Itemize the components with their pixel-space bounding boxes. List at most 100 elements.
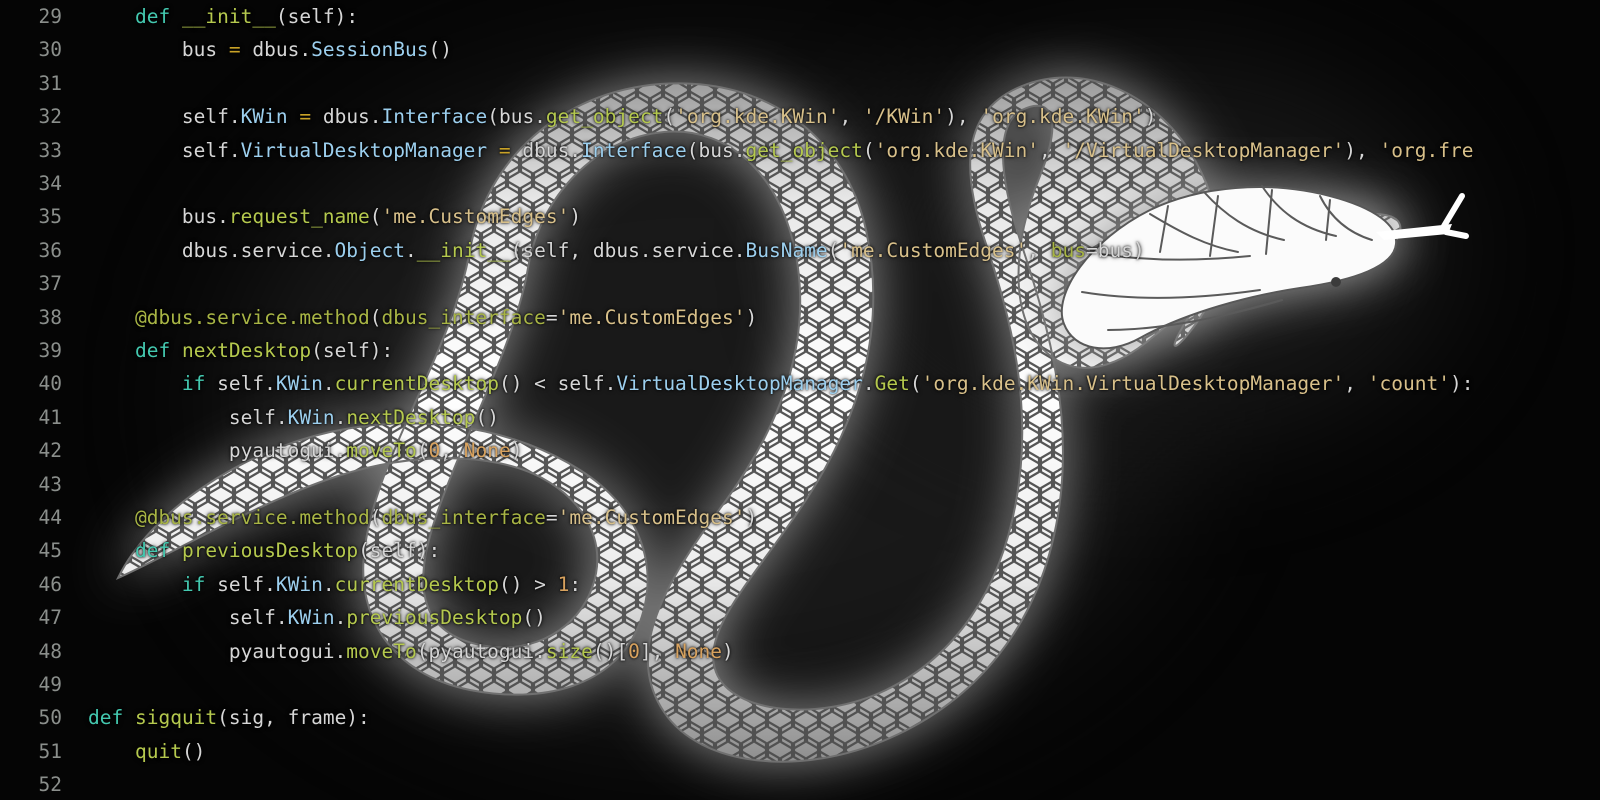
token-fn: size — [545, 639, 593, 663]
code-text: self.VirtualDesktopManager = dbus.Interf… — [88, 134, 1474, 167]
code-text: def nextDesktop(self): — [88, 334, 393, 367]
code-line[interactable]: 45 def previousDesktop(self): — [0, 534, 1600, 567]
line-number: 31 — [38, 71, 62, 95]
line-number: 35 — [38, 205, 62, 229]
token-str: 'org.kde.KWin' — [980, 105, 1145, 129]
token-plain: dbus.service. — [88, 238, 335, 262]
code-text: self.KWin.previousDesktop() — [88, 601, 546, 634]
token-plain: ) — [1144, 105, 1157, 129]
token-plain: () — [428, 38, 452, 62]
code-line[interactable]: 51 quit() — [0, 735, 1600, 768]
token-plain: () — [475, 405, 499, 429]
token-fn: request_name — [228, 205, 370, 229]
code-text: if self.KWin.currentDesktop() < self.Vir… — [88, 367, 1474, 400]
token-fn: moveTo — [346, 639, 417, 663]
code-text: self.KWin.nextDesktop() — [88, 401, 499, 434]
token-fn: quit — [134, 739, 182, 763]
code-line[interactable]: 34 — [0, 167, 1600, 200]
token-kw: def — [134, 339, 171, 362]
code-line[interactable]: 31 — [0, 67, 1600, 100]
code-line[interactable]: 42 pyautogui.moveTo(0, None) — [0, 434, 1600, 467]
token-plain: dbus. — [510, 138, 582, 162]
token-fn: currentDesktop — [334, 572, 499, 596]
line-number: 38 — [38, 305, 62, 329]
token-plain: = — [545, 506, 558, 529]
code-line[interactable]: 46 if self.KWin.currentDesktop() > 1: — [0, 568, 1600, 601]
code-line[interactable]: 33 self.VirtualDesktopManager = dbus.Int… — [0, 134, 1600, 167]
token-str: 'org.kde.KWin.VirtualDesktopManager' — [921, 372, 1345, 396]
token-plain: (self): — [358, 539, 441, 563]
code-line[interactable]: 32 self.KWin = dbus.Interface(bus.get_ob… — [0, 100, 1600, 133]
line-number: 40 — [38, 372, 62, 396]
token-kw: if — [181, 572, 206, 596]
code-line[interactable]: 43 — [0, 468, 1600, 501]
code-line[interactable]: 30 bus = dbus.SessionBus() — [0, 33, 1600, 66]
token-str: '/KWin' — [862, 105, 946, 129]
code-line[interactable]: 44 @dbus.service.method(dbus_interface='… — [0, 501, 1600, 534]
token-attr: VirtualDesktopManager — [616, 372, 863, 396]
token-plain: self. — [205, 372, 276, 396]
editor-window: 29 def __init__(self): 30 bus = dbus.Sess… — [0, 0, 1600, 800]
code-line[interactable]: 40 if self.KWin.currentDesktop() < self.… — [0, 367, 1600, 400]
token-plain: (self): — [311, 339, 394, 362]
token-plain: , — [1027, 238, 1051, 262]
code-line[interactable]: 49 — [0, 668, 1600, 701]
token-plain: , — [1344, 372, 1368, 396]
token-kw: def — [88, 706, 124, 730]
snake-glow — [230, 60, 1450, 730]
code-line[interactable]: 37 — [0, 267, 1600, 300]
token-op: = — [299, 105, 312, 129]
token-plain: , — [440, 439, 464, 463]
token-plain: . — [334, 606, 347, 630]
line-number: 36 — [38, 238, 62, 262]
token-plain: self. — [88, 405, 288, 429]
line-number: 34 — [38, 172, 62, 195]
token-attr: SessionBus — [311, 38, 429, 62]
token-plain: ), — [945, 105, 981, 129]
line-number: 32 — [38, 105, 62, 129]
token-str: 'me.CustomEdges' — [557, 305, 746, 329]
snake-head — [1060, 185, 1398, 350]
token-dec: @dbus.service.method — [88, 506, 370, 529]
code-line[interactable]: 29 def __init__(self): — [0, 0, 1600, 33]
code-line[interactable]: 52 — [0, 768, 1600, 800]
token-fn: sigquit — [134, 706, 218, 730]
token-plain: (self, dbus.service. — [510, 238, 746, 262]
token-op: = — [228, 38, 241, 62]
snake-wallpaper — [0, 0, 1600, 800]
token-attr: Interface — [581, 138, 687, 162]
code-line[interactable]: 35 bus.request_name('me.CustomEdges') — [0, 200, 1600, 233]
code-line[interactable]: 41 self.KWin.nextDesktop() — [0, 401, 1600, 434]
line-number: 42 — [38, 439, 62, 463]
code-line[interactable]: 48 pyautogui.moveTo(pyautogui.size()[0],… — [0, 635, 1600, 668]
token-plain: ) — [510, 439, 523, 463]
token-plain: =bus) — [1085, 238, 1145, 262]
token-plain: dbus. — [240, 38, 312, 62]
token-kw: def — [134, 5, 171, 28]
token-plain: (sig, frame): — [217, 706, 370, 730]
code-line[interactable]: 39 def nextDesktop(self): — [0, 334, 1600, 367]
snake-tongue — [1376, 193, 1469, 240]
token-attr: Object — [334, 238, 405, 262]
code-line[interactable]: 38 @dbus.service.method(dbus_interface='… — [0, 301, 1600, 334]
token-attr: KWin — [287, 405, 335, 429]
code-line[interactable]: 36 dbus.service.Object.__init__(self, db… — [0, 234, 1600, 267]
token-plain: bus — [88, 38, 229, 62]
token-str: 'me.CustomEdges' — [557, 506, 746, 529]
token-attr: KWin — [240, 105, 288, 129]
snake-eye — [1331, 277, 1341, 287]
code-line[interactable]: 50 def sigquit(sig, frame): — [0, 701, 1600, 734]
token-num: 0 — [428, 439, 441, 463]
code-text: pyautogui.moveTo(pyautogui.size()[0], No… — [88, 635, 734, 668]
snake-body — [117, 76, 1402, 763]
token-plain: pyautogui. — [88, 439, 347, 463]
code-line[interactable]: 47 self.KWin.previousDesktop() — [0, 601, 1600, 634]
code-text: self.KWin = dbus.Interface(bus.get_objec… — [88, 100, 1157, 133]
token-num: 1 — [557, 572, 570, 596]
token-str: 'me.CustomEdges' — [381, 205, 570, 229]
